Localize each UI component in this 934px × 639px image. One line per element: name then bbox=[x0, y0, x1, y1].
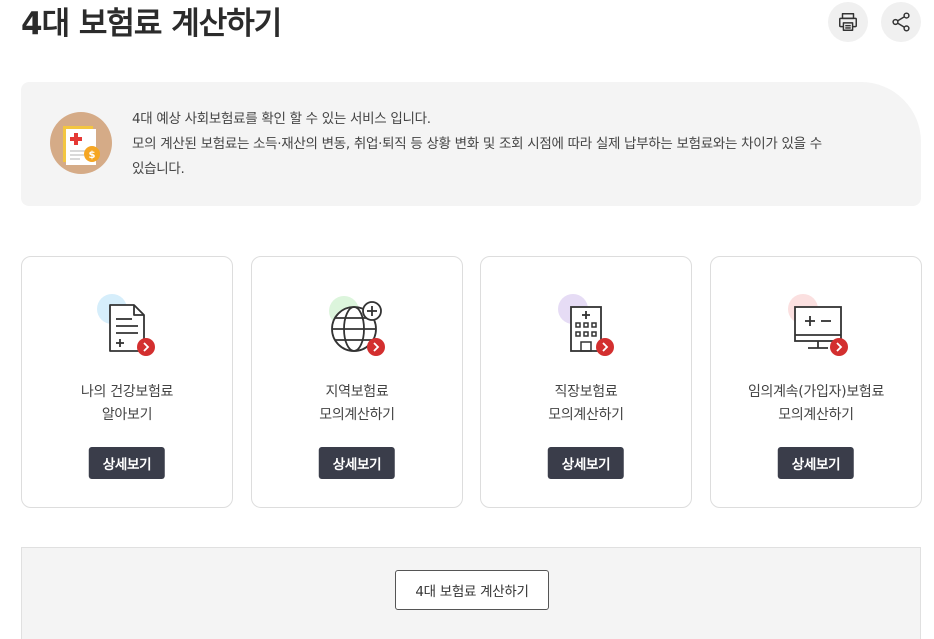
detail-button-regional[interactable]: 상세보기 bbox=[318, 447, 396, 479]
card-title: 나의 건강보험료 알아보기 bbox=[80, 384, 174, 423]
insurance-document-coin-icon: $ bbox=[50, 112, 112, 174]
building-icon bbox=[558, 294, 614, 356]
info-panel: $ 4대 예상 사회보험료를 확인 할 수 있는 서비스 입니다. 모의 계산된… bbox=[21, 82, 921, 206]
calculate-button[interactable]: 4대 보험료 계산하기 bbox=[395, 570, 549, 610]
page-title: 4대 보험료 계산하기 bbox=[21, 6, 282, 42]
print-button[interactable] bbox=[828, 2, 868, 42]
info-line-1: 4대 예상 사회보험료를 확인 할 수 있는 서비스 입니다. bbox=[132, 111, 431, 127]
svg-text:$: $ bbox=[89, 150, 96, 161]
detail-button-workplace[interactable]: 상세보기 bbox=[547, 447, 625, 479]
detail-button-voluntary[interactable]: 상세보기 bbox=[777, 447, 855, 479]
printer-icon bbox=[839, 13, 857, 31]
card-title: 임의계속(가입자)보험료 모의계산하기 bbox=[747, 384, 885, 423]
card-title: 지역보험료 모의계산하기 bbox=[319, 384, 395, 423]
card-health-insurance: 나의 건강보험료 알아보기 상세보기 bbox=[21, 256, 233, 508]
globe-plus-icon bbox=[329, 296, 385, 356]
calculator-monitor-icon bbox=[788, 294, 848, 356]
card-voluntary-insurance: 임의계속(가입자)보험료 모의계산하기 상세보기 bbox=[710, 256, 922, 508]
info-text: 4대 예상 사회보험료를 확인 할 수 있는 서비스 입니다. 모의 계산된 보… bbox=[132, 107, 892, 182]
card-workplace-insurance: 직장보험료 모의계산하기 상세보기 bbox=[480, 256, 692, 508]
card-regional-insurance: 지역보험료 모의계산하기 상세보기 bbox=[251, 256, 463, 508]
card-title: 직장보험료 모의계산하기 bbox=[548, 384, 624, 423]
info-line-2: 모의 계산된 보험료는 소득·재산의 변동, 취업·퇴직 등 상황 변화 및 조… bbox=[132, 136, 822, 152]
share-icon bbox=[892, 12, 910, 32]
document-plus-icon bbox=[97, 294, 155, 356]
share-button[interactable] bbox=[881, 2, 921, 42]
detail-button-health[interactable]: 상세보기 bbox=[88, 447, 166, 479]
bottom-action-bar: 4대 보험료 계산하기 bbox=[21, 547, 921, 639]
info-line-3: 있습니다. bbox=[132, 161, 185, 177]
